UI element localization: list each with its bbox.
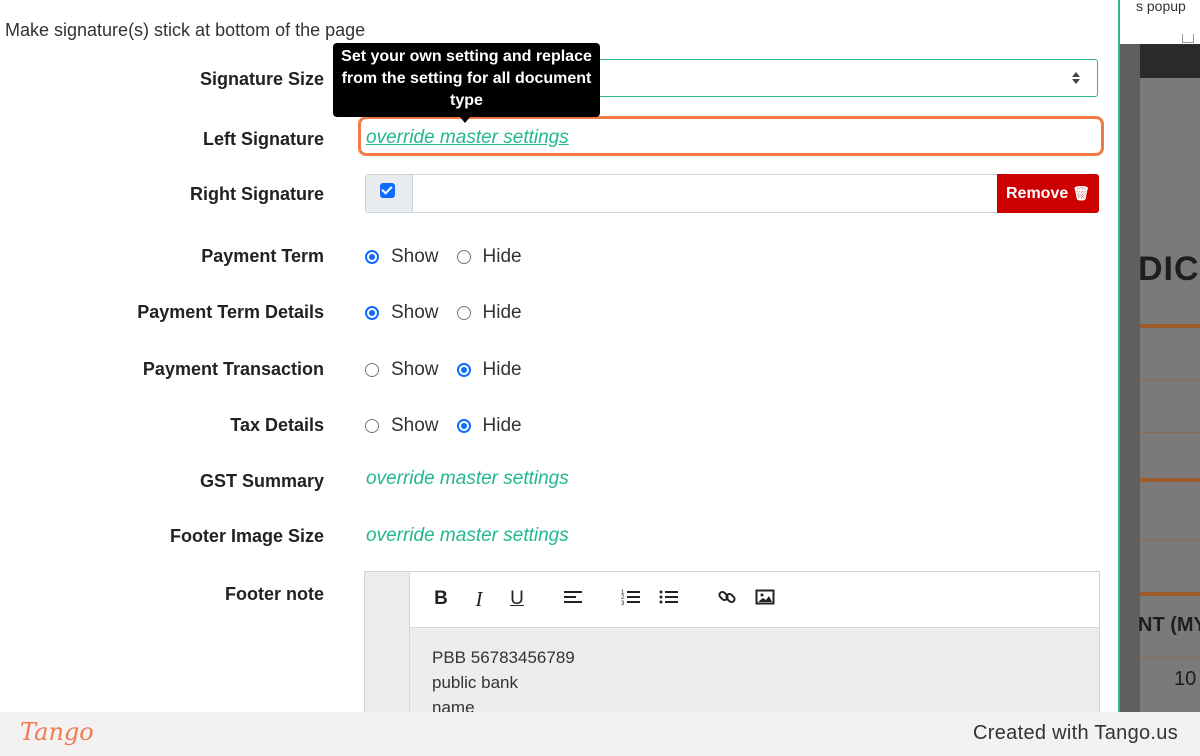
footer-note-line: public bank: [432, 673, 519, 692]
underline-icon[interactable]: U: [506, 588, 528, 610]
trash-icon: 🗑: [1072, 185, 1091, 201]
editor-toolbar: B I U 123: [410, 572, 1099, 628]
align-left-icon[interactable]: [562, 588, 584, 610]
tax-details-show-radio[interactable]: [365, 419, 379, 433]
remove-button-label: Remove: [1005, 184, 1069, 202]
payment-term-details-show-radio[interactable]: [365, 306, 379, 320]
footer-note-line: PBB 56783456789: [432, 648, 575, 667]
bold-icon[interactable]: B: [430, 588, 452, 610]
link-icon[interactable]: [716, 588, 738, 610]
signature-size-label: Signature Size: [199, 69, 324, 89]
right-signature-checkbox-addon: [366, 175, 413, 212]
tango-logo: Tango: [20, 718, 94, 746]
background-rule: [1140, 432, 1200, 433]
show-label: Show: [391, 415, 439, 436]
editor-gutter: [365, 572, 410, 712]
italic-icon[interactable]: I: [468, 588, 490, 610]
background-rule: [1140, 380, 1200, 381]
right-signature-label: Right Signature: [190, 184, 324, 204]
show-label: Show: [391, 246, 439, 267]
hide-label: Hide: [482, 359, 522, 380]
show-label: Show: [391, 302, 439, 323]
payment-transaction-label: Payment Transaction: [142, 359, 324, 379]
override-tooltip: Set your own setting and replace from th…: [333, 43, 600, 117]
tax-details-radio-group: Show Hide: [365, 415, 540, 437]
left-signature-label: Left Signature: [202, 129, 324, 149]
background-rule: [1140, 657, 1200, 658]
footer-image-size-label: Footer Image Size: [169, 526, 324, 546]
gst-summary-label: GST Summary: [199, 471, 324, 491]
svg-text:3: 3: [621, 601, 625, 606]
footer-note-line: name: [432, 698, 475, 712]
payment-transaction-hide-radio[interactable]: [456, 363, 471, 377]
document-settings-modal: Make signature(s) stick at bottom of the…: [0, 0, 1120, 712]
background-top-text: s popup: [1136, 0, 1186, 14]
payment-term-details-radio-group: Show Hide: [365, 302, 540, 324]
footer-image-size-override-link[interactable]: override master settings: [366, 525, 569, 547]
background-rule: [1140, 324, 1200, 328]
ordered-list-icon[interactable]: 123: [620, 588, 642, 610]
sticky-signature-note: Make signature(s) stick at bottom of the…: [5, 20, 366, 40]
right-signature-checkbox[interactable]: [380, 183, 395, 198]
bullet-list-icon[interactable]: [658, 588, 680, 610]
background-rule: [1140, 540, 1200, 541]
show-label: Show: [391, 359, 439, 380]
payment-term-details-label: Payment Term Details: [137, 302, 324, 322]
select-arrows-icon: [1069, 71, 1083, 85]
tango-footer: Tango Created with Tango.us: [0, 712, 1200, 756]
payment-transaction-show-radio[interactable]: [365, 363, 379, 377]
right-signature-input-group: Remove 🗑: [365, 174, 1099, 213]
background-row-value: 10: [1174, 668, 1197, 690]
image-icon[interactable]: [754, 588, 776, 610]
background-document: s popup DICE NT (MY 10: [1118, 0, 1200, 712]
background-toolbar: [1140, 44, 1200, 78]
tax-details-hide-radio[interactable]: [456, 419, 471, 433]
hide-label: Hide: [482, 246, 522, 267]
payment-term-show-radio[interactable]: [365, 250, 379, 264]
hide-label: Hide: [482, 302, 522, 323]
payment-transaction-radio-group: Show Hide: [365, 359, 540, 381]
background-invoice-title: DICE: [1138, 250, 1200, 288]
payment-term-hide-radio[interactable]: [456, 250, 471, 264]
left-signature-override-link[interactable]: override master settings: [366, 127, 569, 149]
payment-term-label: Payment Term: [201, 246, 324, 266]
tooltip-arrow: [460, 117, 470, 123]
remove-signature-button[interactable]: Remove 🗑: [997, 174, 1099, 213]
background-amount-header: NT (MY: [1138, 614, 1200, 636]
footer-note-editor: B I U 123 PBB 56783456789 public bank na…: [364, 571, 1100, 712]
background-control: [1182, 34, 1194, 43]
background-top-strip: s popup: [1118, 0, 1200, 44]
gst-summary-override-link[interactable]: override master settings: [366, 468, 569, 490]
background-rule: [1140, 478, 1200, 482]
tax-details-label: Tax Details: [230, 415, 324, 435]
footer-note-content[interactable]: PBB 56783456789 public bank name: [432, 645, 575, 712]
payment-term-radio-group: Show Hide: [365, 246, 540, 268]
created-with-text: Created with Tango.us: [973, 722, 1178, 744]
footer-note-label: Footer note: [225, 584, 324, 604]
payment-term-details-hide-radio[interactable]: [456, 306, 471, 320]
background-rule: [1140, 592, 1200, 596]
hide-label: Hide: [482, 415, 522, 436]
